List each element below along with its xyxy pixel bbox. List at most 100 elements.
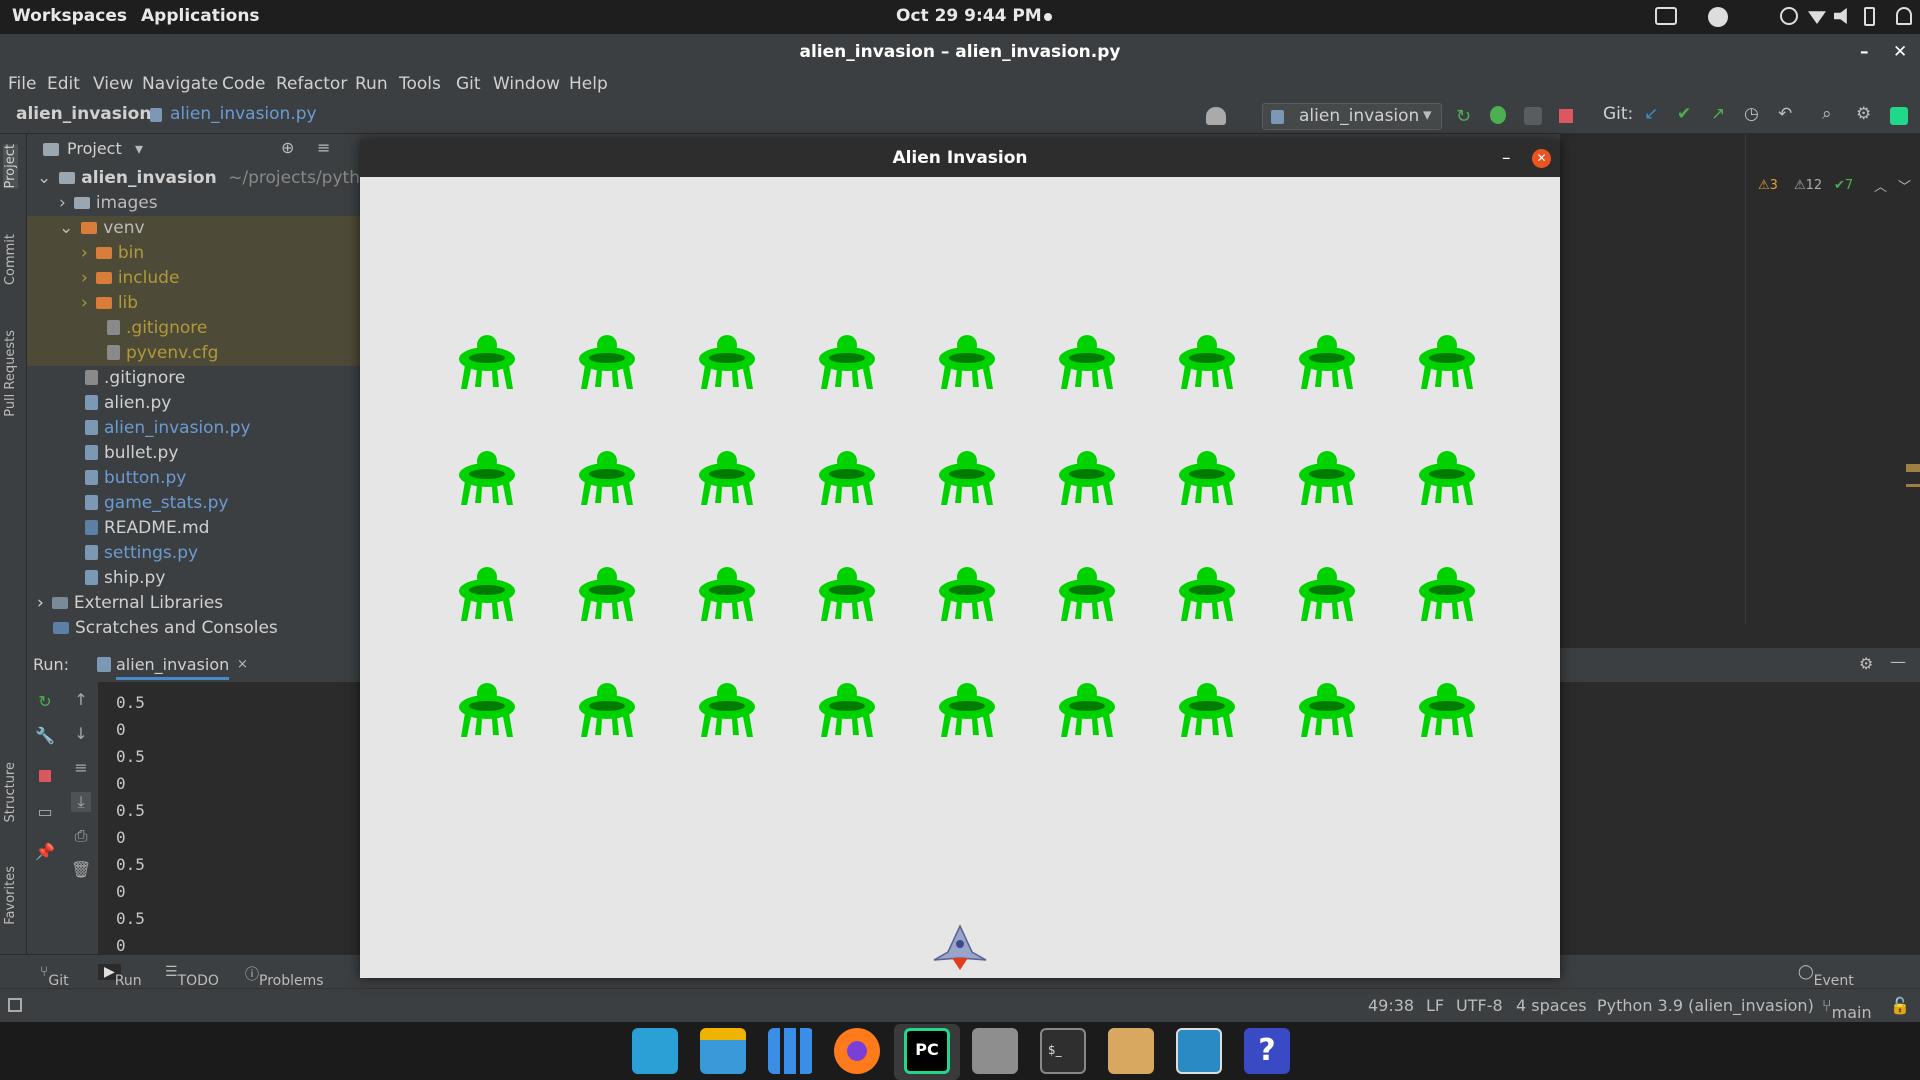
jetbrains-icon[interactable] <box>1890 107 1908 125</box>
ok-count[interactable]: ✔7 <box>1834 178 1853 193</box>
battery-icon[interactable] <box>1864 7 1875 26</box>
tool-window-favorites[interactable]: Favorites <box>3 866 18 925</box>
terminal-icon[interactable]: $_ <box>1040 1028 1086 1074</box>
scroll-to-end-icon[interactable]: ⤓ <box>71 792 91 812</box>
close-icon[interactable]: ✕ <box>1893 34 1907 70</box>
menu-navigate[interactable]: Navigate <box>142 74 218 94</box>
git-commit-icon[interactable]: ✔ <box>1677 104 1691 124</box>
window-switch-icon[interactable] <box>1655 7 1677 25</box>
game-window[interactable]: Alien Invasion – ✕ <box>360 140 1560 978</box>
stop-icon[interactable] <box>39 770 51 782</box>
applications-button[interactable]: Applications <box>141 6 260 26</box>
tree-item-bin[interactable]: › bin <box>27 241 360 266</box>
menu-tools[interactable]: Tools <box>399 74 441 94</box>
locate-icon[interactable]: ⊕ <box>281 138 294 157</box>
screenshot-app-icon[interactable] <box>1176 1028 1222 1074</box>
file-encoding[interactable]: UTF-8 <box>1456 996 1503 1015</box>
tool-window-structure[interactable]: Structure <box>3 762 18 822</box>
chevron-up-icon[interactable]: ︿ <box>1874 176 1887 195</box>
workspaces-button[interactable]: Workspaces <box>12 6 127 26</box>
firefox-icon[interactable] <box>834 1028 880 1074</box>
git-push-icon[interactable]: ↗ <box>1711 104 1725 124</box>
tree-item-lib[interactable]: › lib <box>27 291 360 316</box>
file-manager-icon[interactable] <box>972 1028 1018 1074</box>
collapse-all-icon[interactable]: ≡ <box>317 138 330 157</box>
tree-item-images[interactable]: › images <box>27 191 360 216</box>
gutter-marker[interactable] <box>1906 464 1920 472</box>
stop-icon[interactable] <box>1559 109 1573 123</box>
brightness-icon[interactable] <box>1780 7 1798 25</box>
layout-icon[interactable]: ▭ <box>35 802 55 822</box>
menu-window[interactable]: Window <box>493 74 560 94</box>
arrow-up-icon[interactable]: ↑ <box>71 690 91 710</box>
tree-item-scratches[interactable]: Scratches and Consoles <box>27 616 360 641</box>
tree-item-pyvenv-cfg[interactable]: pyvenv.cfg <box>27 341 360 366</box>
print-icon[interactable]: ⎙ <box>71 826 91 846</box>
tool-tab-problems[interactable]: ⓘ Problems <box>245 964 324 989</box>
git-history-icon[interactable]: ◷ <box>1744 104 1759 124</box>
user-icon[interactable] <box>1206 107 1226 125</box>
tree-item-include[interactable]: › include <box>27 266 360 291</box>
tool-tab-todo[interactable]: ☰ TODO <box>165 964 219 989</box>
git-rollback-icon[interactable]: ↶ <box>1778 104 1792 124</box>
wifi-icon[interactable] <box>1808 11 1826 24</box>
coverage-icon[interactable] <box>1524 107 1542 125</box>
menu-git[interactable]: Git <box>456 74 481 94</box>
gutter-marker[interactable] <box>1906 484 1920 487</box>
tree-item-alien-py[interactable]: alien.py <box>27 391 360 416</box>
files-app-icon[interactable] <box>700 1028 746 1074</box>
game-minimize-icon[interactable]: – <box>1502 140 1511 177</box>
menu-file[interactable]: File <box>8 74 36 94</box>
rerun-icon[interactable]: ↻ <box>1456 106 1471 127</box>
wrench-icon[interactable]: 🔧 <box>35 726 55 746</box>
search-app-icon[interactable] <box>632 1028 678 1074</box>
tool-window-commit[interactable]: Commit <box>3 234 18 285</box>
menu-view[interactable]: View <box>93 74 133 94</box>
trash-icon[interactable]: 🗑 <box>71 860 91 880</box>
tree-item-alien-invasion-py[interactable]: alien_invasion.py <box>27 416 360 441</box>
rerun-icon[interactable]: ↻ <box>35 692 55 712</box>
game-close-icon[interactable]: ✕ <box>1532 149 1551 168</box>
menu-edit[interactable]: Edit <box>47 74 80 94</box>
lock-icon[interactable]: 🔓 <box>1890 996 1910 1015</box>
caret-position[interactable]: 49:38 <box>1368 996 1414 1015</box>
breadcrumb-project[interactable]: alien_invasion <box>16 104 151 124</box>
tree-item-gitignore[interactable]: .gitignore <box>27 366 360 391</box>
archive-app-icon[interactable] <box>1108 1028 1154 1074</box>
toggle-tool-windows-icon[interactable] <box>8 998 22 1012</box>
menu-code[interactable]: Code <box>222 74 266 94</box>
tree-item-venv-gitignore[interactable]: .gitignore <box>27 316 360 341</box>
run-config-select[interactable]: alien_invasion ▾ <box>1262 103 1442 130</box>
indent-setting[interactable]: 4 spaces <box>1516 996 1587 1015</box>
arrow-down-icon[interactable]: ↓ <box>71 724 91 744</box>
clock[interactable]: Oct 29 9:44 PM <box>896 6 1042 26</box>
menu-refactor[interactable]: Refactor <box>276 74 347 94</box>
tool-tab-run[interactable]: ▶ Run <box>98 964 142 989</box>
chevron-down-icon[interactable]: ﹀ <box>1898 176 1911 195</box>
chevron-down-icon[interactable]: ▾ <box>135 139 143 158</box>
tree-item-venv[interactable]: ⌄ venv <box>27 216 360 241</box>
pycharm-icon[interactable]: PC <box>904 1028 950 1074</box>
menu-run[interactable]: Run <box>355 74 388 94</box>
close-tab-icon[interactable]: × <box>237 657 248 672</box>
pin-icon[interactable]: 📌 <box>35 842 55 862</box>
weak-warning-count[interactable]: ⚠12 <box>1794 178 1822 193</box>
search-icon[interactable]: ⌕ <box>1822 104 1832 124</box>
warning-count[interactable]: ⚠3 <box>1758 178 1778 193</box>
tool-window-pull-requests[interactable]: Pull Requests <box>3 330 18 417</box>
menu-help[interactable]: Help <box>569 74 608 94</box>
project-panel-title[interactable]: Project <box>67 139 122 158</box>
power-icon[interactable] <box>1896 7 1912 25</box>
debug-icon[interactable] <box>1490 106 1506 124</box>
tree-root[interactable]: ⌄ alien_invasion ~/projects/python_c <box>27 166 399 191</box>
tree-item-button-py[interactable]: button.py <box>27 466 360 491</box>
help-icon[interactable]: ? <box>1244 1028 1290 1074</box>
volume-icon[interactable] <box>1834 8 1847 24</box>
breadcrumb-file[interactable]: alien_invasion.py <box>170 104 317 124</box>
accessibility-icon[interactable] <box>1708 7 1728 27</box>
tool-window-project[interactable]: Project <box>3 144 18 189</box>
tool-tab-git[interactable]: ⑂ Git <box>40 964 69 989</box>
tree-item-game-stats-py[interactable]: game_stats.py <box>27 491 360 516</box>
app-grid-icon[interactable] <box>768 1028 814 1074</box>
settings-gear-icon[interactable]: ⚙ <box>1856 104 1871 124</box>
